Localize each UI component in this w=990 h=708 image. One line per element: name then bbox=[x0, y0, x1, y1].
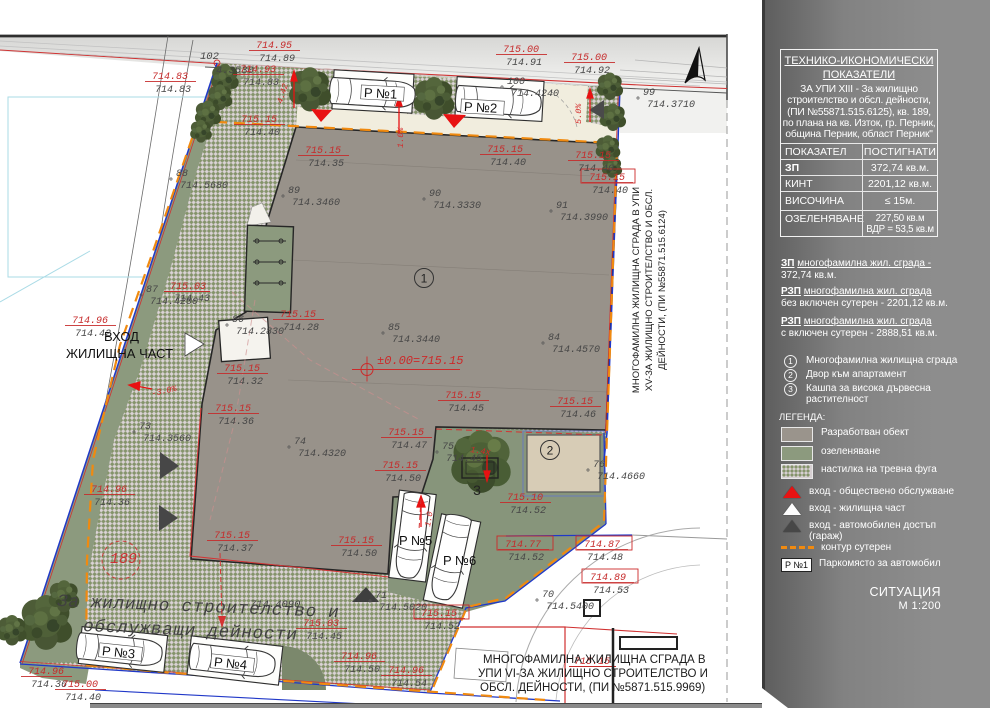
svg-text:714.46: 714.46 bbox=[560, 410, 596, 421]
svg-text:91: 91 bbox=[556, 201, 568, 212]
svg-text:714.35: 714.35 bbox=[308, 159, 344, 170]
svg-text:714.5400: 714.5400 bbox=[546, 602, 594, 613]
svg-text:3: 3 bbox=[473, 482, 481, 498]
svg-text:90: 90 bbox=[429, 189, 441, 200]
svg-text:714.3440: 714.3440 bbox=[392, 335, 440, 346]
svg-text:714.48: 714.48 bbox=[587, 553, 623, 564]
svg-text:714.40: 714.40 bbox=[244, 128, 280, 139]
svg-text:714.5020: 714.5020 bbox=[379, 603, 427, 614]
svg-text:74: 74 bbox=[294, 437, 306, 448]
svg-text:100: 100 bbox=[507, 77, 525, 88]
svg-text:76: 76 bbox=[593, 460, 605, 471]
svg-text:714.40: 714.40 bbox=[65, 693, 101, 704]
svg-text:ОБСЛ. ДЕЙНОСТИ, (ПИ №5871.515.: ОБСЛ. ДЕЙНОСТИ, (ПИ №5871.515.9969) bbox=[480, 681, 705, 694]
svg-text:2: 2 bbox=[547, 444, 554, 458]
svg-text:714.83: 714.83 bbox=[155, 85, 191, 96]
svg-text:714.42: 714.42 bbox=[75, 329, 111, 340]
svg-text:714.47: 714.47 bbox=[391, 441, 427, 452]
svg-text:714.52: 714.52 bbox=[424, 622, 460, 633]
svg-text:714.3330: 714.3330 bbox=[433, 201, 481, 212]
svg-text:714.3460: 714.3460 bbox=[292, 198, 340, 209]
svg-text:714.45: 714.45 bbox=[446, 454, 482, 465]
svg-text:73: 73 bbox=[139, 422, 151, 433]
svg-text:714.37: 714.37 bbox=[217, 544, 253, 555]
svg-text:714.36: 714.36 bbox=[218, 417, 254, 428]
svg-text:1.0%: 1.0% bbox=[396, 127, 406, 148]
svg-text:P №5: P №5 bbox=[399, 533, 432, 548]
svg-text:XV-ЗА ЖИЛИЩНО СТРОИТЕЛСТВО И О: XV-ЗА ЖИЛИЩНО СТРОИТЕЛСТВО И ОБСЛ. bbox=[644, 189, 655, 391]
svg-text:85: 85 bbox=[388, 323, 400, 334]
svg-text:P №1: P №1 bbox=[364, 85, 398, 102]
svg-text:P №6: P №6 bbox=[443, 553, 476, 568]
svg-text:84: 84 bbox=[548, 333, 560, 344]
svg-text:714.3710: 714.3710 bbox=[647, 100, 695, 111]
svg-text:1: 1 bbox=[421, 272, 428, 286]
svg-text:75: 75 bbox=[442, 442, 454, 453]
svg-text:714.50: 714.50 bbox=[344, 665, 380, 676]
svg-text:МНОГОФАМИЛНА ЖИЛИЩНА СГРАДА В: МНОГОФАМИЛНА ЖИЛИЩНА СГРАДА В УПИ bbox=[631, 187, 642, 393]
svg-text:87: 87 bbox=[146, 285, 158, 296]
svg-text:ЖИЛИЩНА ЧАСТ: ЖИЛИЩНА ЧАСТ bbox=[66, 346, 173, 361]
svg-text:ДЕЙНОСТИ, (ПИ №55871.515.6124): ДЕЙНОСТИ, (ПИ №55871.515.6124) bbox=[656, 210, 668, 370]
svg-text:714.50: 714.50 bbox=[385, 474, 421, 485]
svg-text:71: 71 bbox=[375, 591, 387, 602]
svg-text:714.40: 714.40 bbox=[592, 186, 628, 197]
svg-text:714.53: 714.53 bbox=[593, 586, 629, 597]
svg-text:88: 88 bbox=[176, 169, 188, 180]
svg-text:МНОГОФАМИЛНА ЖИЛИЩНА СГРАДА В: МНОГОФАМИЛНА ЖИЛИЩНА СГРАДА В bbox=[483, 654, 706, 666]
svg-text:102: 102 bbox=[200, 51, 219, 63]
svg-text:714.83: 714.83 bbox=[243, 78, 279, 89]
svg-text:714.4240: 714.4240 bbox=[511, 89, 559, 100]
svg-text:714.52: 714.52 bbox=[510, 506, 546, 517]
svg-text:714.5680: 714.5680 bbox=[180, 181, 228, 192]
svg-text:5.0%: 5.0% bbox=[574, 103, 584, 124]
svg-text:714.4320: 714.4320 bbox=[298, 449, 346, 460]
svg-text:УПИ VI-ЗА ЖИЛИЩНО СТРОИТЕЛСТВО: УПИ VI-ЗА ЖИЛИЩНО СТРОИТЕЛСТВО И bbox=[478, 668, 708, 680]
svg-text:714.3560: 714.3560 bbox=[143, 434, 191, 445]
svg-text:86: 86 bbox=[232, 315, 244, 326]
svg-text:714.45: 714.45 bbox=[306, 632, 342, 643]
svg-text:714.91: 714.91 bbox=[506, 58, 542, 69]
svg-text:714.28: 714.28 bbox=[283, 323, 319, 334]
svg-text:714.32: 714.32 bbox=[227, 377, 263, 388]
svg-text:714.92: 714.92 bbox=[574, 66, 610, 77]
svg-text:89: 89 bbox=[288, 186, 300, 197]
svg-text:714.54: 714.54 bbox=[391, 679, 427, 690]
svg-text:714.89: 714.89 bbox=[259, 54, 295, 65]
svg-text:714.45: 714.45 bbox=[448, 404, 484, 415]
svg-text:±0.00=715.15: ±0.00=715.15 bbox=[377, 354, 463, 368]
svg-text:714.2830: 714.2830 bbox=[236, 327, 284, 338]
svg-text:70: 70 bbox=[542, 590, 554, 601]
svg-text:714.3990: 714.3990 bbox=[560, 213, 608, 224]
svg-text:714.50: 714.50 bbox=[341, 549, 377, 560]
svg-text:714.40: 714.40 bbox=[490, 158, 526, 169]
svg-text:714.4660: 714.4660 bbox=[597, 472, 645, 483]
svg-text:714.4200: 714.4200 bbox=[150, 297, 198, 308]
svg-text:714.52: 714.52 bbox=[508, 553, 544, 564]
svg-text:714.36: 714.36 bbox=[94, 498, 130, 509]
svg-text:99: 99 bbox=[643, 88, 655, 99]
svg-text:P №2: P №2 bbox=[464, 99, 498, 116]
svg-text:714.4570: 714.4570 bbox=[552, 345, 600, 356]
svg-text:189: 189 bbox=[110, 551, 137, 568]
